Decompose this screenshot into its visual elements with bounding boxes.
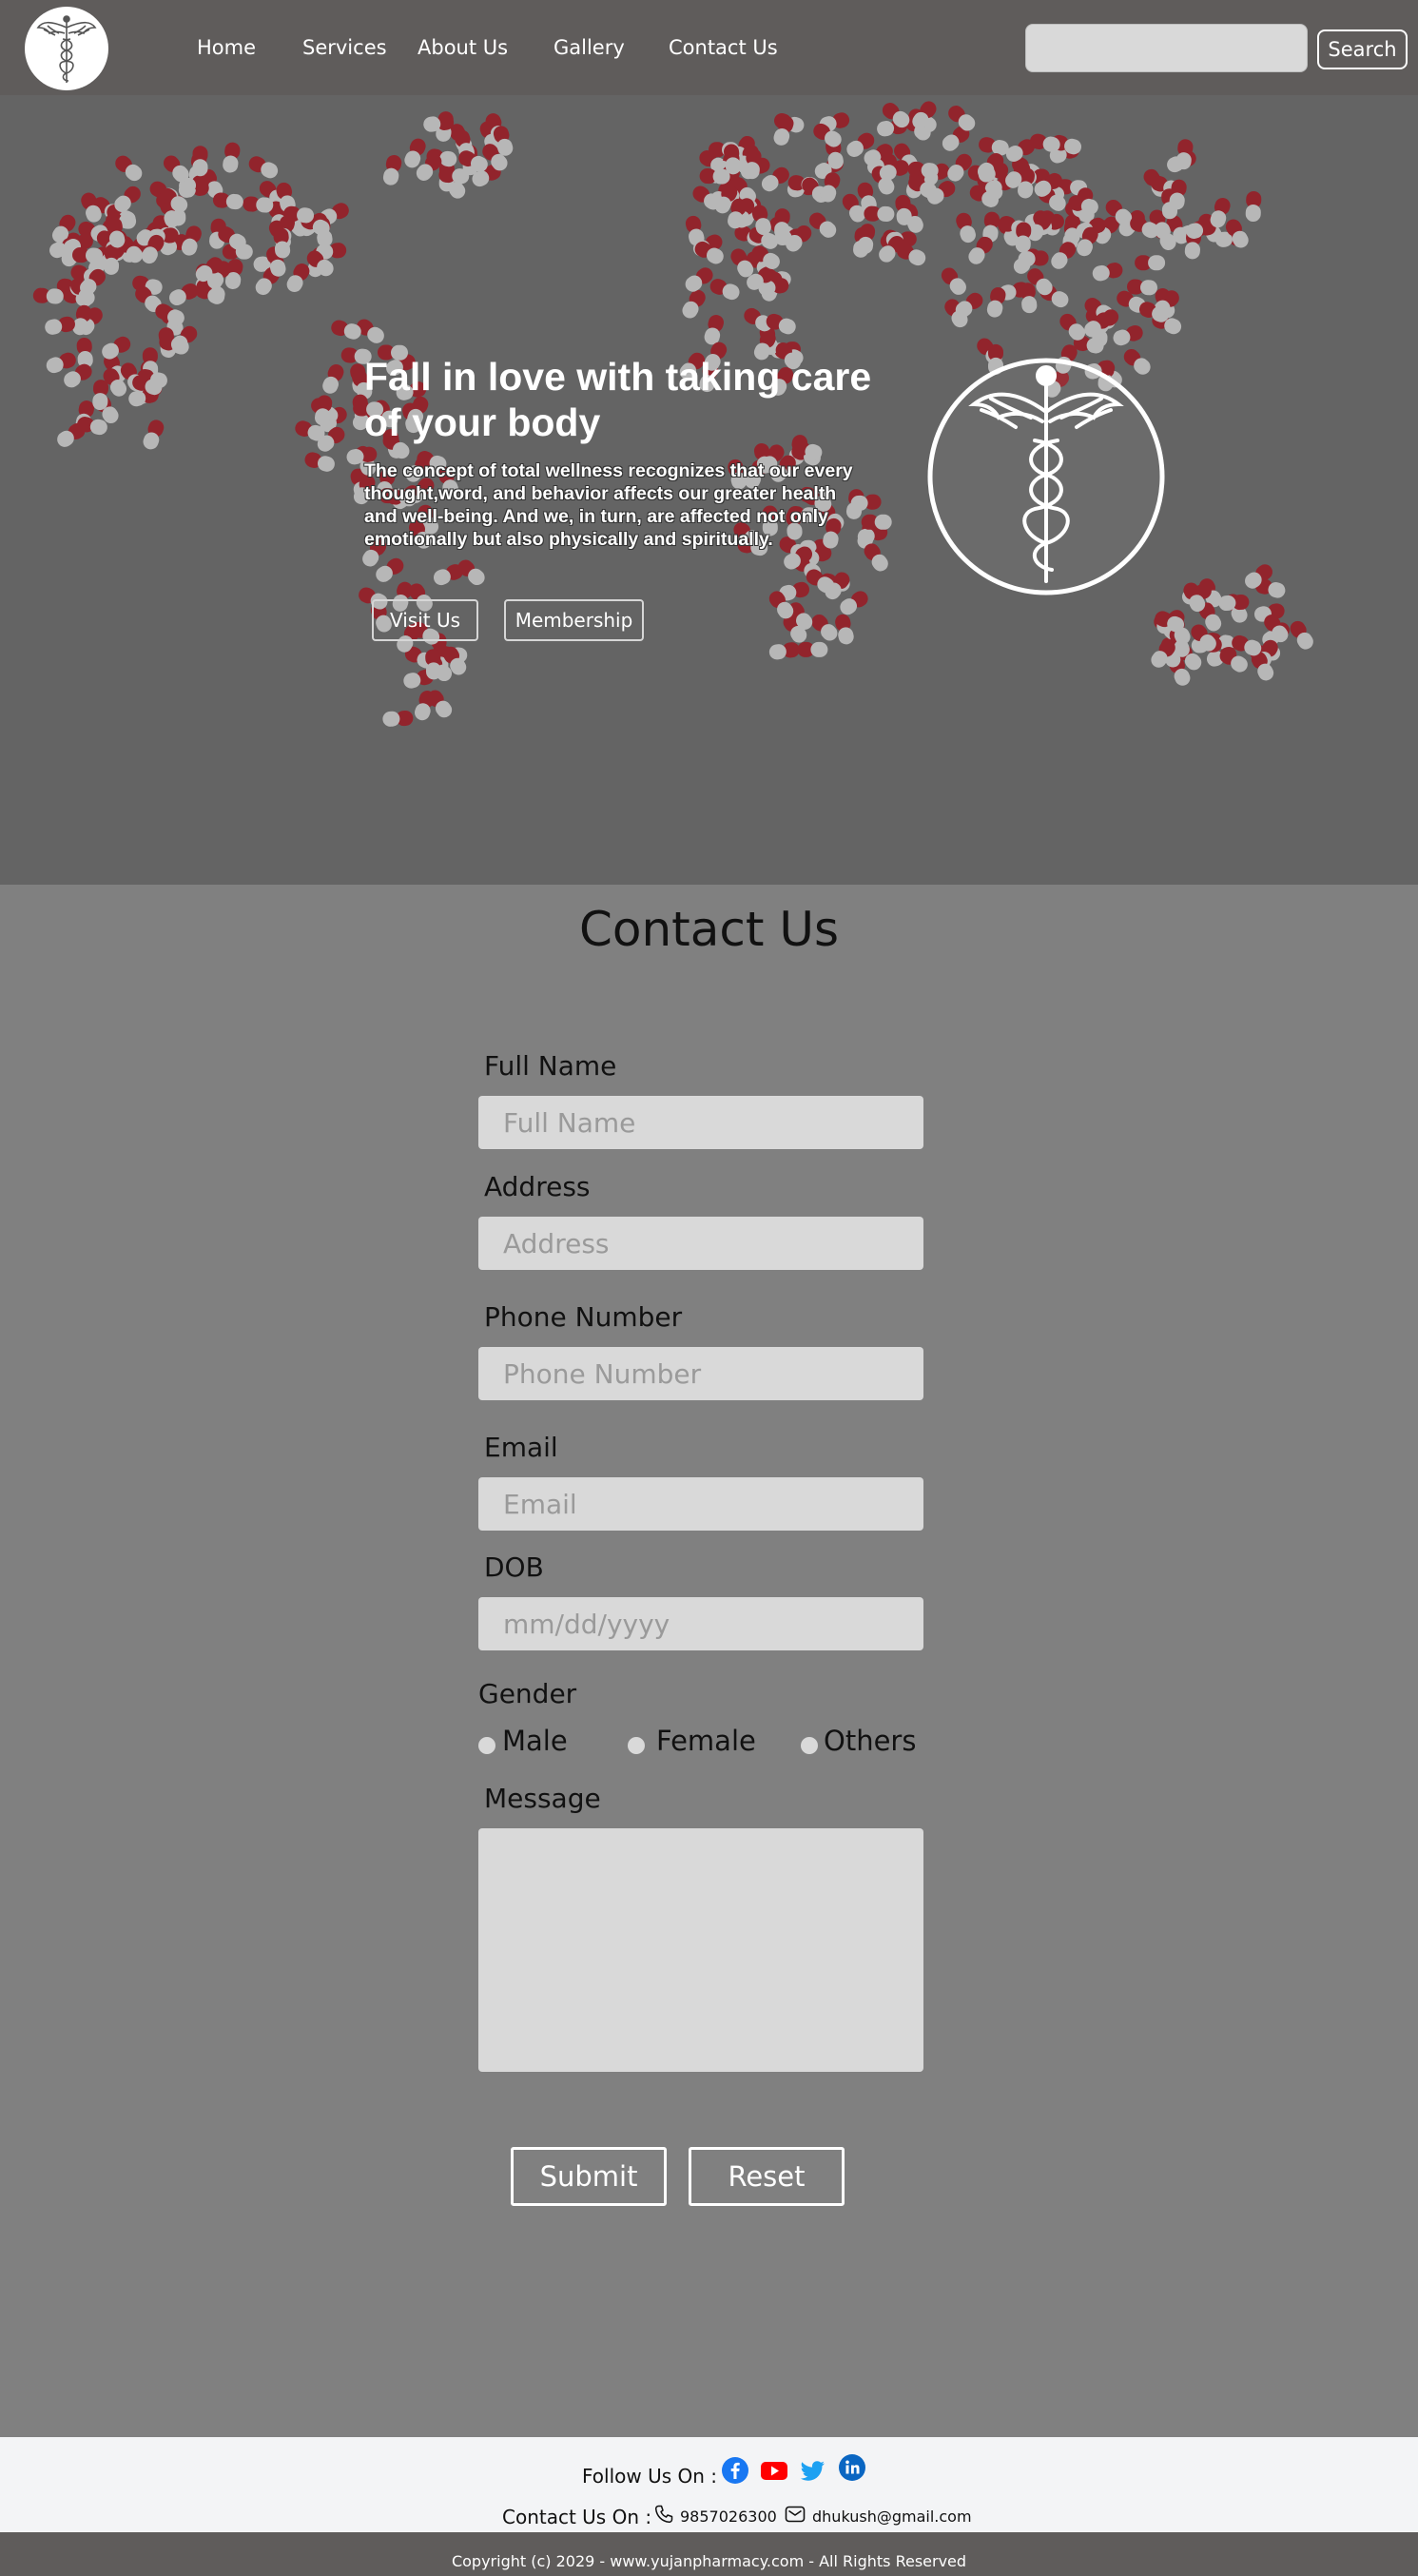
message-label: Message [484, 1783, 601, 1814]
email-input[interactable] [478, 1477, 923, 1531]
phone-icon [654, 2505, 673, 2524]
contact-section: Contact Us Full Name Address Phone Numbe… [0, 885, 1418, 2437]
submit-button[interactable]: Submit [511, 2147, 667, 2206]
email-label: Email [484, 1432, 558, 1463]
hero-title: Fall in love with taking care of your bo… [364, 355, 872, 444]
gender-others-radio[interactable] [801, 1737, 818, 1754]
mail-icon [785, 2506, 806, 2523]
nav-services[interactable]: Services [302, 36, 387, 59]
search-input[interactable] [1025, 24, 1308, 72]
copyright-text: Copyright (c) 2029 - www.yujanpharmacy.c… [451, 2552, 967, 2570]
facebook-icon[interactable] [721, 2456, 749, 2485]
linkedin-icon[interactable] [838, 2453, 866, 2482]
site-header: Home Services About Us Gallery Contact U… [0, 0, 1418, 95]
twitter-icon[interactable] [798, 2456, 826, 2485]
contact-on-label: Contact Us On : [502, 2506, 652, 2528]
hero-banner: Fall in love with taking care of your bo… [0, 95, 1418, 885]
follow-label: Follow Us On : [582, 2465, 718, 2488]
nav-contact-us[interactable]: Contact Us [669, 36, 778, 59]
caduceus-icon [927, 358, 1165, 595]
nav-gallery[interactable]: Gallery [554, 36, 625, 59]
search-button[interactable]: Search [1317, 29, 1408, 69]
address-label: Address [484, 1171, 591, 1202]
message-textarea[interactable] [478, 1828, 923, 2072]
contact-title: Contact Us [578, 902, 840, 957]
gender-female-label: Female [656, 1725, 756, 1757]
dob-label: DOB [484, 1551, 544, 1583]
gender-female-radio[interactable] [628, 1737, 645, 1754]
caduceus-icon[interactable] [25, 7, 108, 90]
full-name-label: Full Name [484, 1050, 617, 1082]
footer-phone[interactable]: 9857026300 [680, 2508, 777, 2526]
gender-label: Gender [478, 1678, 577, 1709]
nav-about-us[interactable]: About Us [418, 36, 508, 59]
membership-button[interactable]: Membership [504, 599, 644, 641]
phone-input[interactable] [478, 1347, 923, 1400]
hero-text: The concept of total wellness recognizes… [364, 460, 853, 550]
reset-button[interactable]: Reset [689, 2147, 845, 2206]
footer-email[interactable]: dhukush@gmail.com [812, 2508, 972, 2526]
full-name-input[interactable] [478, 1096, 923, 1149]
dob-input[interactable] [478, 1597, 923, 1650]
visit-us-button[interactable]: Visit Us [372, 599, 478, 641]
gender-male-label: Male [502, 1725, 568, 1757]
nav-home[interactable]: Home [197, 36, 256, 59]
address-input[interactable] [478, 1217, 923, 1270]
gender-male-radio[interactable] [478, 1737, 495, 1754]
gender-others-label: Others [824, 1725, 917, 1757]
copyright-bar: Copyright (c) 2029 - www.yujanpharmacy.c… [0, 2532, 1418, 2576]
youtube-icon[interactable] [760, 2456, 788, 2485]
follow-bar: Follow Us On : Contact Us On : 985702630… [0, 2437, 1418, 2532]
phone-label: Phone Number [484, 1301, 683, 1333]
